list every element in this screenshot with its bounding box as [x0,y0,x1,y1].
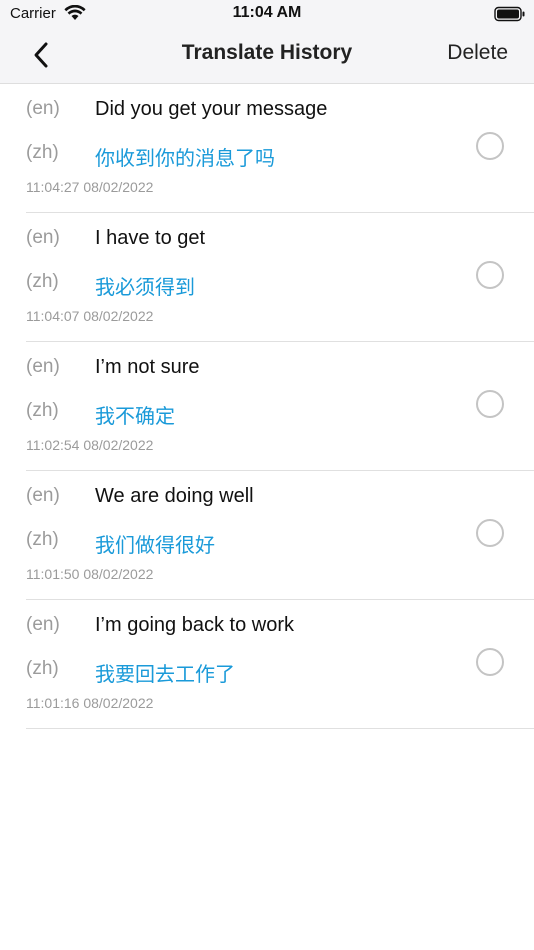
source-text: I’m going back to work [95,614,294,636]
battery-icon [494,6,525,22]
timestamp: 11:02:54 08/02/2022 [26,437,154,453]
source-lang-code: (en) [26,98,60,119]
timestamp: 11:04:27 08/02/2022 [26,179,154,195]
source-lang-code: (en) [26,227,60,248]
target-lang-code: (zh) [26,142,59,163]
history-row[interactable]: (en) I have to get (zh) 我必须得到 11:04:07 0… [26,213,534,342]
target-lang-code: (zh) [26,271,59,292]
translated-text: 我必须得到 [95,277,195,299]
timestamp: 11:04:07 08/02/2022 [26,308,154,324]
source-lang-code: (en) [26,356,60,377]
history-row[interactable]: (en) Did you get your message (zh) 你收到你的… [26,84,534,213]
select-radio[interactable] [476,648,504,676]
translated-text: 我们做得很好 [95,535,215,557]
history-row[interactable]: (en) We are doing well (zh) 我们做得很好 11:01… [26,471,534,600]
select-radio[interactable] [476,261,504,289]
history-row[interactable]: (en) I’m going back to work (zh) 我要回去工作了… [26,600,534,729]
status-bar: Carrier 11:04 AM [0,0,534,28]
chevron-left-icon [34,42,48,68]
timestamp: 11:01:16 08/02/2022 [26,695,154,711]
timestamp: 11:01:50 08/02/2022 [26,566,154,582]
source-text: Did you get your message [95,98,328,120]
select-radio[interactable] [476,519,504,547]
target-lang-code: (zh) [26,400,59,421]
source-text: I’m not sure [95,356,200,378]
select-radio[interactable] [476,132,504,160]
source-lang-code: (en) [26,485,60,506]
translated-text: 我要回去工作了 [95,664,235,686]
back-button[interactable] [24,38,58,72]
target-lang-code: (zh) [26,658,59,679]
history-list: (en) Did you get your message (zh) 你收到你的… [0,84,534,729]
source-lang-code: (en) [26,614,60,635]
target-lang-code: (zh) [26,529,59,550]
translated-text: 我不确定 [95,406,175,428]
delete-button[interactable]: Delete [447,41,508,65]
nav-bar: Translate History Delete [0,28,534,84]
translated-text: 你收到你的消息了吗 [95,148,275,170]
history-row[interactable]: (en) I’m not sure (zh) 我不确定 11:02:54 08/… [26,342,534,471]
select-radio[interactable] [476,390,504,418]
source-text: We are doing well [95,485,254,507]
status-time: 11:04 AM [232,4,302,21]
source-text: I have to get [95,227,206,249]
